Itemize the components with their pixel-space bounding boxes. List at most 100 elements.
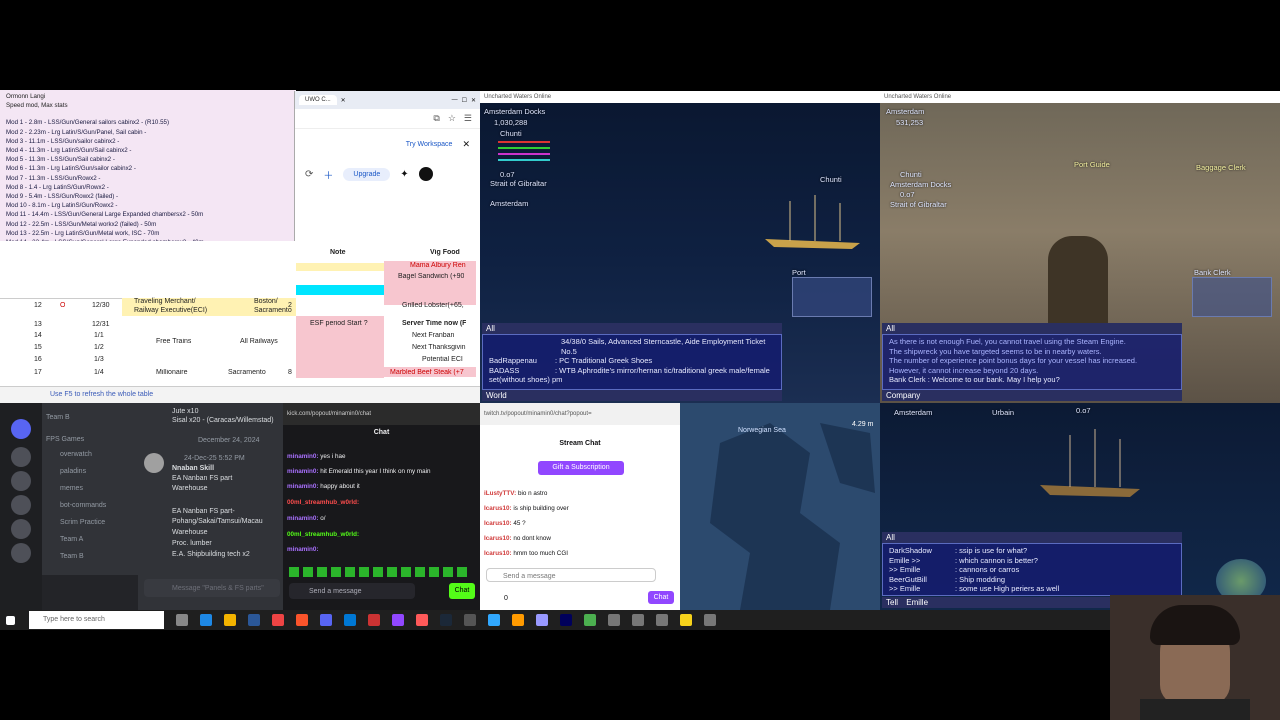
food-item[interactable]: Bagel Sandwich (+90 bbox=[398, 273, 464, 280]
npc-port-guide[interactable]: Port Guide bbox=[1074, 160, 1110, 170]
channel-item[interactable]: Scrim Practice bbox=[60, 519, 105, 526]
illustrator-icon[interactable] bbox=[512, 614, 524, 626]
app-icon[interactable] bbox=[608, 614, 620, 626]
chat-tab-all[interactable]: All bbox=[882, 532, 1182, 543]
row-date: 12/30 bbox=[92, 302, 110, 309]
avatar[interactable] bbox=[144, 453, 164, 473]
taskbar-search[interactable]: Type here to search bbox=[29, 611, 164, 629]
close-banner-icon[interactable]: ✕ bbox=[462, 139, 470, 150]
edge-icon[interactable] bbox=[200, 614, 212, 626]
port-action-buttons[interactable] bbox=[792, 277, 872, 317]
notes-line: Mod 1 - 2.8m - LSS/Gun/General sailors c… bbox=[6, 119, 170, 127]
after-effects-icon[interactable] bbox=[560, 614, 572, 626]
channel-item[interactable]: Team B bbox=[60, 553, 84, 560]
game-window-town[interactable]: Uncharted Waters Online Amsterdam 531,25… bbox=[880, 91, 1280, 403]
post-line: Proc. lumber bbox=[172, 540, 212, 547]
chat-tab-world[interactable]: World bbox=[482, 390, 782, 401]
task-view-icon[interactable] bbox=[176, 614, 188, 626]
photoshop-icon[interactable] bbox=[488, 614, 500, 626]
chat-tab-all[interactable]: All bbox=[882, 323, 1182, 334]
bank-action-buttons[interactable] bbox=[1192, 277, 1272, 317]
steam-icon[interactable] bbox=[440, 614, 452, 626]
file-explorer-icon[interactable] bbox=[224, 614, 236, 626]
sparkle-icon[interactable]: ✦ bbox=[400, 169, 408, 180]
chat-tab-all[interactable]: All bbox=[482, 323, 782, 334]
money-label: 531,253 bbox=[896, 118, 924, 127]
world-map[interactable]: Norwegian Sea 4.29 m bbox=[680, 403, 880, 610]
minimize-icon[interactable]: — bbox=[452, 97, 458, 103]
tell-tab[interactable]: Tell bbox=[886, 598, 898, 607]
browser-tab[interactable]: UWO C... bbox=[299, 95, 337, 105]
app-icon[interactable] bbox=[416, 614, 428, 626]
app-icon[interactable] bbox=[632, 614, 644, 626]
url-bar[interactable]: twitch.tv/popout/minamin0/chat?popout= bbox=[480, 403, 680, 425]
twitch-icon[interactable] bbox=[392, 614, 404, 626]
tell-target[interactable]: Emille bbox=[906, 598, 928, 607]
channel-item[interactable]: overwatch bbox=[60, 451, 92, 458]
discord-home-icon[interactable] bbox=[11, 419, 31, 439]
game-window-sea[interactable]: Uncharted Waters Online Amsterdam Docks … bbox=[480, 91, 880, 403]
channel-item[interactable]: paladins bbox=[60, 468, 86, 475]
app-icon[interactable] bbox=[584, 614, 596, 626]
user-panel[interactable] bbox=[42, 575, 138, 610]
chat-message: Icarus10: hmm too much CGI bbox=[484, 550, 568, 557]
app-icon[interactable] bbox=[656, 614, 668, 626]
emote-row[interactable] bbox=[289, 567, 469, 577]
channel-item[interactable]: bot-commands bbox=[60, 502, 106, 509]
chat-message: minamin0: o/ bbox=[287, 515, 326, 522]
upgrade-button[interactable]: Upgrade bbox=[343, 167, 391, 181]
server-icon[interactable] bbox=[11, 471, 31, 491]
chat-message: Icarus10: no dont know bbox=[484, 535, 551, 542]
money-label: 1,030,288 bbox=[494, 118, 528, 127]
player-name: Chunti bbox=[500, 129, 522, 138]
server-icon[interactable] bbox=[11, 495, 31, 515]
browser-window: UWO C... ✕ — ☐ ✕ ⧉ ☆ ☰ Try Workspace ✕ ⟳… bbox=[294, 91, 480, 241]
server-icon[interactable] bbox=[11, 543, 31, 563]
chat-tab-company[interactable]: Company bbox=[882, 390, 1182, 401]
webcam-feed bbox=[1110, 595, 1280, 720]
row-location: Sacramento bbox=[228, 369, 266, 376]
game-window-harbor[interactable]: Amsterdam Urbain 0.o7 All DarkShadow: ss… bbox=[880, 403, 1280, 610]
food-item[interactable]: Mama Albury Ren bbox=[410, 262, 466, 269]
gift-subscription-button[interactable]: Gift a Subscription bbox=[538, 461, 624, 475]
app-icon[interactable] bbox=[344, 614, 356, 626]
message-input[interactable]: Message "Panels & FS parts" bbox=[144, 579, 280, 597]
channel-category[interactable]: FPS Games bbox=[46, 436, 84, 443]
npc-baggage-clerk[interactable]: Baggage Clerk bbox=[1196, 163, 1246, 173]
chat-input[interactable]: Send a message bbox=[486, 568, 656, 582]
app-icon[interactable] bbox=[680, 614, 692, 626]
app-icon[interactable] bbox=[704, 614, 716, 626]
premiere-icon[interactable] bbox=[536, 614, 548, 626]
spreadsheet: Note Vig Food Mama Albury Ren Bagel Sand… bbox=[0, 241, 480, 403]
add-user-icon[interactable]: ＋ bbox=[323, 167, 333, 182]
send-chat-button[interactable]: Chat bbox=[648, 591, 674, 604]
openai-icon[interactable] bbox=[418, 167, 433, 181]
windows-start-icon[interactable] bbox=[6, 615, 15, 625]
channel-item[interactable]: memes bbox=[60, 485, 83, 492]
extension-icon[interactable]: ⧉ bbox=[433, 113, 439, 124]
app-icon[interactable] bbox=[464, 614, 476, 626]
food-item[interactable]: Grilled Lobster(+65, bbox=[402, 302, 464, 309]
server-icon[interactable] bbox=[11, 519, 31, 539]
post-line: EA Nanban FS part bbox=[172, 475, 233, 482]
close-window-icon[interactable]: ✕ bbox=[471, 97, 476, 104]
maximize-icon[interactable]: ☐ bbox=[462, 97, 467, 104]
server-icon[interactable] bbox=[11, 447, 31, 467]
menu-icon[interactable]: ☰ bbox=[464, 113, 472, 124]
send-chat-button[interactable]: Chat bbox=[449, 583, 475, 599]
bookmark-icon[interactable]: ☆ bbox=[448, 113, 456, 124]
app-icon[interactable] bbox=[368, 614, 380, 626]
channel-item[interactable]: Team A bbox=[60, 536, 83, 543]
refresh-hint[interactable]: Use F5 to refresh the whole table bbox=[50, 391, 153, 398]
refresh-icon[interactable]: ⟳ bbox=[305, 169, 313, 180]
url-bar[interactable]: kick.com/popout/minamin0/chat bbox=[283, 403, 480, 425]
store-icon[interactable] bbox=[248, 614, 260, 626]
brave-icon[interactable] bbox=[296, 614, 308, 626]
chrome-icon[interactable] bbox=[272, 614, 284, 626]
channel-item[interactable]: Team B bbox=[46, 414, 70, 421]
discord-icon[interactable] bbox=[320, 614, 332, 626]
close-tab-icon[interactable]: ✕ bbox=[341, 97, 346, 104]
twitch-chat-window: twitch.tv/popout/minamin0/chat?popout= S… bbox=[480, 403, 680, 610]
try-workspace-link[interactable]: Try Workspace bbox=[406, 141, 453, 148]
chat-input[interactable]: Send a message bbox=[289, 583, 415, 599]
